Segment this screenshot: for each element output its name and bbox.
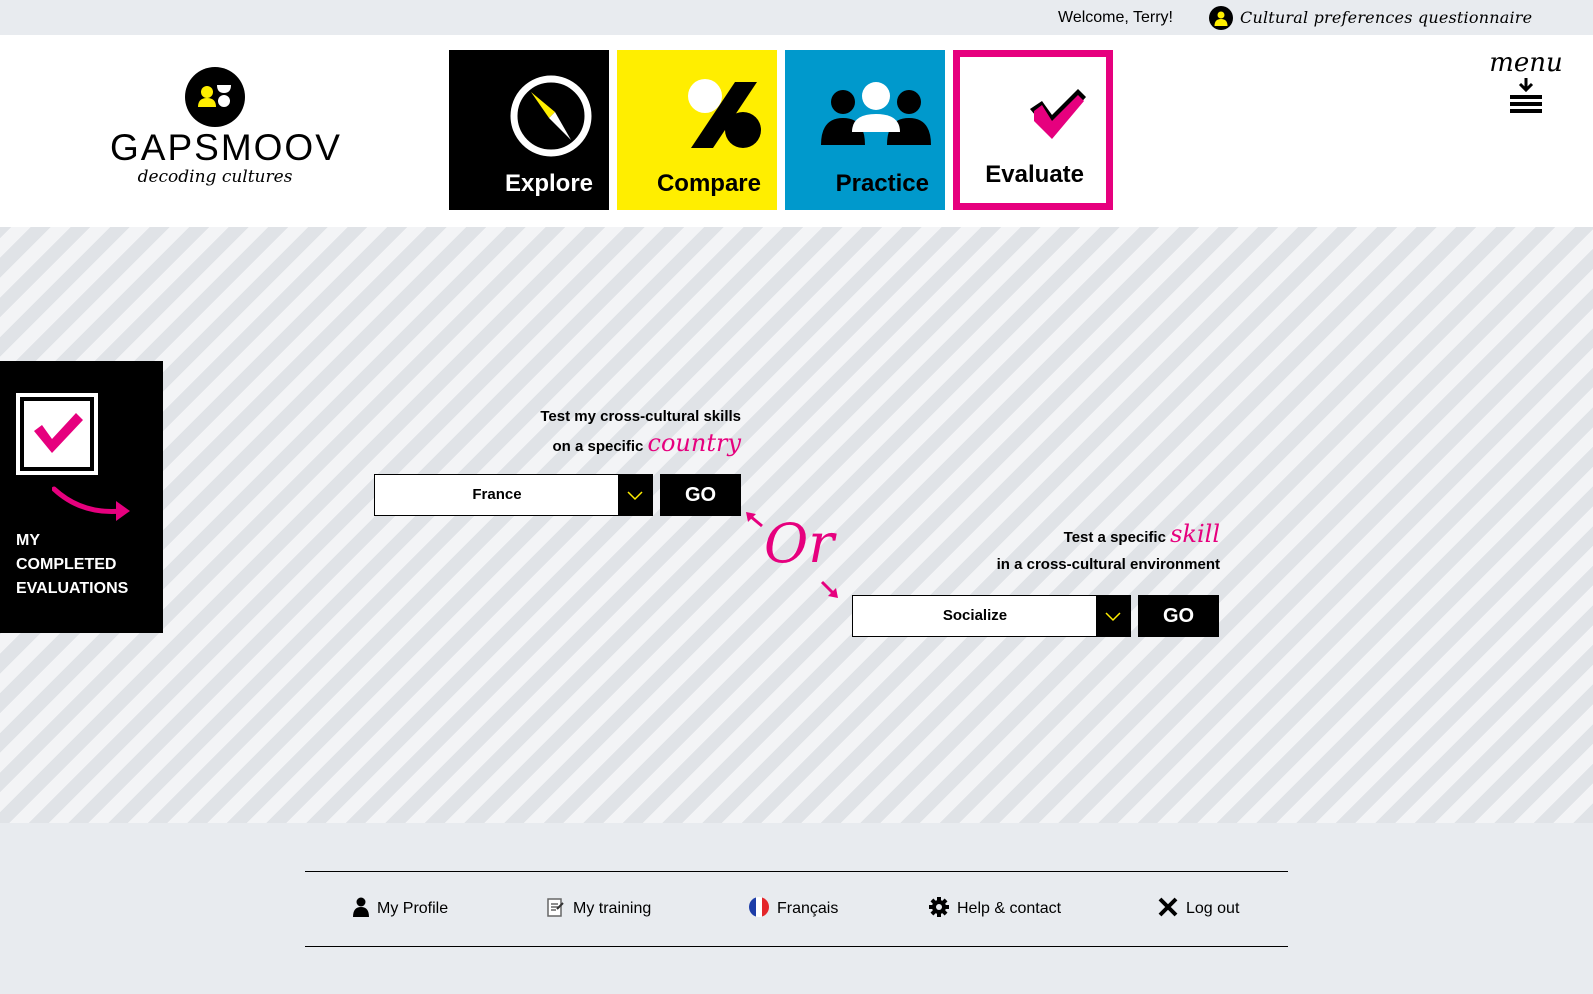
people-icon xyxy=(821,82,931,145)
country-accent: country xyxy=(647,429,741,457)
skill-accent: skill xyxy=(1170,520,1220,548)
clipboard-icon xyxy=(547,898,564,917)
footer-log-out[interactable]: Log out xyxy=(1158,872,1239,946)
arrow-down-icon xyxy=(1518,78,1534,92)
nav-tile-practice[interactable]: Practice xyxy=(785,50,945,210)
footer-language[interactable]: Français xyxy=(749,872,838,946)
nav-label-evaluate: Evaluate xyxy=(985,161,1084,188)
footer-my-training[interactable]: My training xyxy=(545,872,651,946)
logo-tagline: decoding cultures xyxy=(137,167,293,187)
arrow-down-right-icon xyxy=(820,580,838,598)
menu-button[interactable]: menu xyxy=(1488,50,1564,130)
or-divider: Or xyxy=(746,512,846,602)
checkmark-icon xyxy=(1030,89,1086,139)
compass-icon xyxy=(510,75,592,157)
skill-go-button[interactable]: GO xyxy=(1138,595,1219,637)
logo-mark-icon xyxy=(185,67,245,127)
footer-nav: My Profile My training Français Help & c… xyxy=(305,871,1288,947)
country-select[interactable]: France xyxy=(374,474,653,516)
arrow-up-left-icon xyxy=(746,512,763,528)
nav-tile-explore[interactable]: Explore xyxy=(449,50,609,210)
chevron-down-icon xyxy=(618,475,652,515)
country-test-prompt: Test my cross-cultural skills on a speci… xyxy=(540,408,741,457)
checkbox-icon xyxy=(16,393,98,475)
main-area: MY COMPLETED EVALUATIONS Test my cross-c… xyxy=(0,227,1593,823)
menu-label: menu xyxy=(1489,48,1563,78)
logo[interactable]: GAPSMOOV decoding cultures xyxy=(110,67,342,197)
user-icon xyxy=(353,897,369,917)
country-go-button[interactable]: GO xyxy=(660,474,741,516)
logo-name: GAPSMOOV xyxy=(110,127,342,168)
footer-help-contact[interactable]: Help & contact xyxy=(929,872,1061,946)
chevron-down-icon xyxy=(1096,596,1130,636)
percent-icon xyxy=(688,79,761,148)
welcome-text: Welcome, Terry! xyxy=(1058,9,1173,26)
completed-evaluations-panel[interactable]: MY COMPLETED EVALUATIONS xyxy=(0,361,163,633)
french-flag-icon xyxy=(749,896,769,917)
nav-tile-compare[interactable]: Compare xyxy=(617,50,777,210)
country-select-value: France xyxy=(472,486,522,503)
user-icon[interactable] xyxy=(1209,6,1233,30)
nav-label-explore: Explore xyxy=(504,170,593,197)
close-icon xyxy=(1158,897,1178,917)
curved-arrow-icon xyxy=(52,486,130,521)
top-bar: Welcome, Terry! Cultural preferences que… xyxy=(0,0,1593,35)
questionnaire-link[interactable]: Cultural preferences questionnaire xyxy=(1240,8,1532,27)
nav-tile-evaluate[interactable]: Evaluate xyxy=(953,50,1113,210)
skill-test-prompt: Test a specific skill in a cross-cultura… xyxy=(996,520,1220,574)
skill-select-value: Socialize xyxy=(942,607,1008,624)
completed-evaluations-label: MY COMPLETED EVALUATIONS xyxy=(16,532,129,597)
header: GAPSMOOV decoding cultures Explore Compa… xyxy=(0,35,1593,251)
hamburger-icon xyxy=(1488,95,1564,113)
footer-my-profile[interactable]: My Profile xyxy=(353,872,448,946)
nav-label-compare: Compare xyxy=(656,170,761,197)
nav-label-practice: Practice xyxy=(835,170,929,197)
gear-icon xyxy=(929,896,949,917)
skill-select[interactable]: Socialize xyxy=(852,595,1131,637)
